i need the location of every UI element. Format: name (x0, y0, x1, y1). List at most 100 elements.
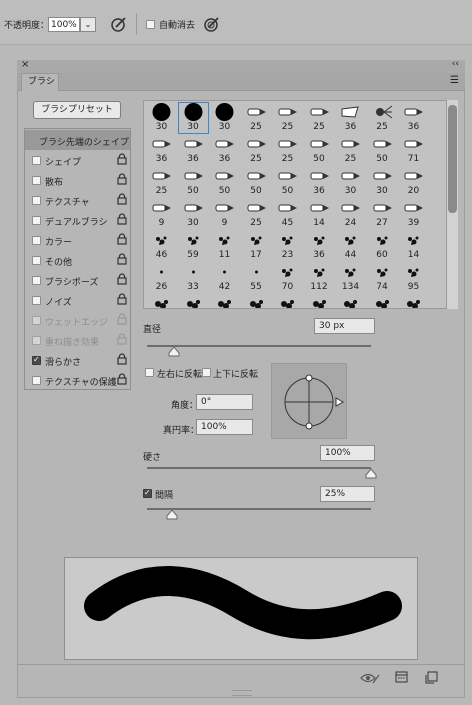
brush-tip-cell[interactable]: 14 (398, 230, 429, 262)
diameter-input[interactable]: 30 px (314, 318, 375, 334)
spacing-slider-track[interactable] (147, 508, 371, 510)
brush-tip-cell[interactable] (272, 294, 303, 308)
brush-tip-cell[interactable]: 25 (272, 134, 303, 166)
option-checkbox[interactable] (32, 276, 41, 285)
brush-tip-cell[interactable] (146, 294, 177, 308)
angle-input[interactable]: 0° (196, 394, 253, 410)
brush-tip-cell[interactable]: 50 (178, 166, 209, 198)
lock-icon[interactable] (117, 273, 127, 285)
spacing-checkbox[interactable] (143, 488, 152, 498)
brush-tip-cell[interactable] (335, 294, 366, 308)
option-checkbox[interactable] (32, 236, 41, 245)
brush-tip-cell[interactable]: 25 (146, 166, 177, 198)
grid-scrollbar-thumb[interactable] (448, 105, 457, 213)
brush-tip-cell[interactable]: 24 (335, 198, 366, 230)
brush-option-item[interactable]: その他 (25, 250, 130, 270)
brush-tip-cell[interactable]: 33 (178, 262, 209, 294)
panel-menu-icon[interactable]: ☰ (450, 75, 459, 86)
brush-tip-cell[interactable]: 36 (146, 134, 177, 166)
brush-tip-cell[interactable]: 25 (241, 134, 272, 166)
collapse-icon[interactable]: ‹‹ (452, 59, 459, 69)
option-checkbox[interactable] (32, 296, 41, 305)
brush-tip-cell[interactable]: 30 (335, 166, 366, 198)
pressure-opacity-icon[interactable] (110, 15, 128, 33)
close-icon[interactable]: × (21, 59, 29, 70)
brush-option-item[interactable]: 滑らかさ (25, 350, 130, 370)
brush-tip-cell[interactable]: 42 (209, 262, 240, 294)
tab-brush[interactable]: ブラシ (21, 73, 59, 91)
brush-option-item[interactable]: シェイプ (25, 150, 130, 170)
brush-tip-cell[interactable]: 30 (178, 198, 209, 230)
lock-icon[interactable] (117, 313, 127, 325)
brush-tip-cell[interactable]: 25 (241, 102, 272, 134)
spacing-slider-thumb[interactable] (166, 510, 178, 520)
brush-tip-cell[interactable]: 46 (146, 230, 177, 262)
pressure-size-icon[interactable] (203, 15, 221, 33)
brush-tip-cell[interactable]: 39 (398, 198, 429, 230)
brush-option-item[interactable]: デュアルブラシ (25, 210, 130, 230)
option-checkbox[interactable] (32, 316, 41, 325)
brush-option-item[interactable]: カラー (25, 230, 130, 250)
brush-tip-cell[interactable] (367, 294, 398, 308)
brush-tip-cell[interactable]: 50 (367, 134, 398, 166)
brush-tip-cell[interactable] (398, 294, 429, 308)
brush-tip-cell[interactable]: 60 (367, 230, 398, 262)
brush-tip-cell[interactable]: 50 (272, 166, 303, 198)
lock-icon[interactable] (117, 213, 127, 225)
lock-icon[interactable] (117, 353, 127, 365)
brush-tip-cell[interactable]: 59 (178, 230, 209, 262)
brush-tip-cell[interactable]: 25 (241, 198, 272, 230)
brush-tip-cell[interactable]: 26 (146, 262, 177, 294)
brush-tip-cell[interactable]: 95 (398, 262, 429, 294)
brush-tip-cell[interactable]: 23 (272, 230, 303, 262)
option-checkbox[interactable] (32, 156, 41, 165)
lock-icon[interactable] (117, 293, 127, 305)
brush-option-item[interactable]: テクスチャの保護 (25, 370, 130, 390)
brush-option-item[interactable]: ブラシ先端のシェイプ (25, 130, 130, 150)
brush-tip-cell[interactable]: 11 (209, 230, 240, 262)
opacity-dropdown-button[interactable]: ⌄ (80, 17, 96, 32)
grid-view-icon[interactable] (395, 671, 408, 683)
lock-icon[interactable] (117, 253, 127, 265)
eye-toggle-icon[interactable] (360, 672, 380, 684)
brush-tip-cell[interactable]: 27 (367, 198, 398, 230)
brush-tip-cell[interactable]: 44 (335, 230, 366, 262)
brush-tip-cell[interactable] (209, 294, 240, 308)
brush-presets-button[interactable]: ブラシプリセット (33, 101, 121, 119)
auto-erase-checkbox[interactable] (146, 20, 155, 29)
roundness-input[interactable]: 100% (196, 419, 253, 435)
brush-tip-cell[interactable]: 30 (146, 102, 177, 134)
spacing-input[interactable]: 25% (320, 486, 375, 502)
flip-x-checkbox[interactable] (145, 368, 154, 377)
brush-tip-cell[interactable]: 17 (241, 230, 272, 262)
diameter-slider-track[interactable] (147, 345, 371, 347)
option-checkbox[interactable] (32, 176, 41, 185)
option-checkbox[interactable] (32, 355, 41, 365)
brush-tip-cell[interactable]: 25 (367, 102, 398, 134)
opacity-input[interactable]: 100% (48, 17, 80, 32)
option-checkbox[interactable] (32, 336, 41, 345)
flip-y-checkbox[interactable] (202, 368, 211, 377)
brush-tip-cell[interactable]: 30 (367, 166, 398, 198)
brush-option-item[interactable]: 重ね描き効果 (25, 330, 130, 350)
lock-icon[interactable] (117, 373, 127, 385)
lock-icon[interactable] (117, 333, 127, 345)
lock-icon[interactable] (117, 193, 127, 205)
brush-tip-cell[interactable]: 9 (209, 198, 240, 230)
brush-tip-cell[interactable]: 36 (304, 230, 335, 262)
option-checkbox[interactable] (32, 376, 41, 385)
brush-option-item[interactable]: ノイズ (25, 290, 130, 310)
option-checkbox[interactable] (32, 196, 41, 205)
hardness-slider-track[interactable] (147, 467, 371, 469)
brush-tip-cell[interactable] (304, 294, 335, 308)
new-preset-icon[interactable] (425, 671, 438, 684)
brush-option-item[interactable]: 散布 (25, 170, 130, 190)
brush-tip-cell[interactable]: 25 (272, 102, 303, 134)
brush-tip-cell[interactable]: 71 (398, 134, 429, 166)
brush-tip-cell[interactable]: 20 (398, 166, 429, 198)
brush-option-item[interactable]: テクスチャ (25, 190, 130, 210)
brush-option-item[interactable]: ブラシポーズ (25, 270, 130, 290)
brush-tip-cell[interactable]: 74 (367, 262, 398, 294)
angle-roundness-widget[interactable] (271, 363, 347, 439)
brush-tip-cell[interactable]: 36 (304, 166, 335, 198)
